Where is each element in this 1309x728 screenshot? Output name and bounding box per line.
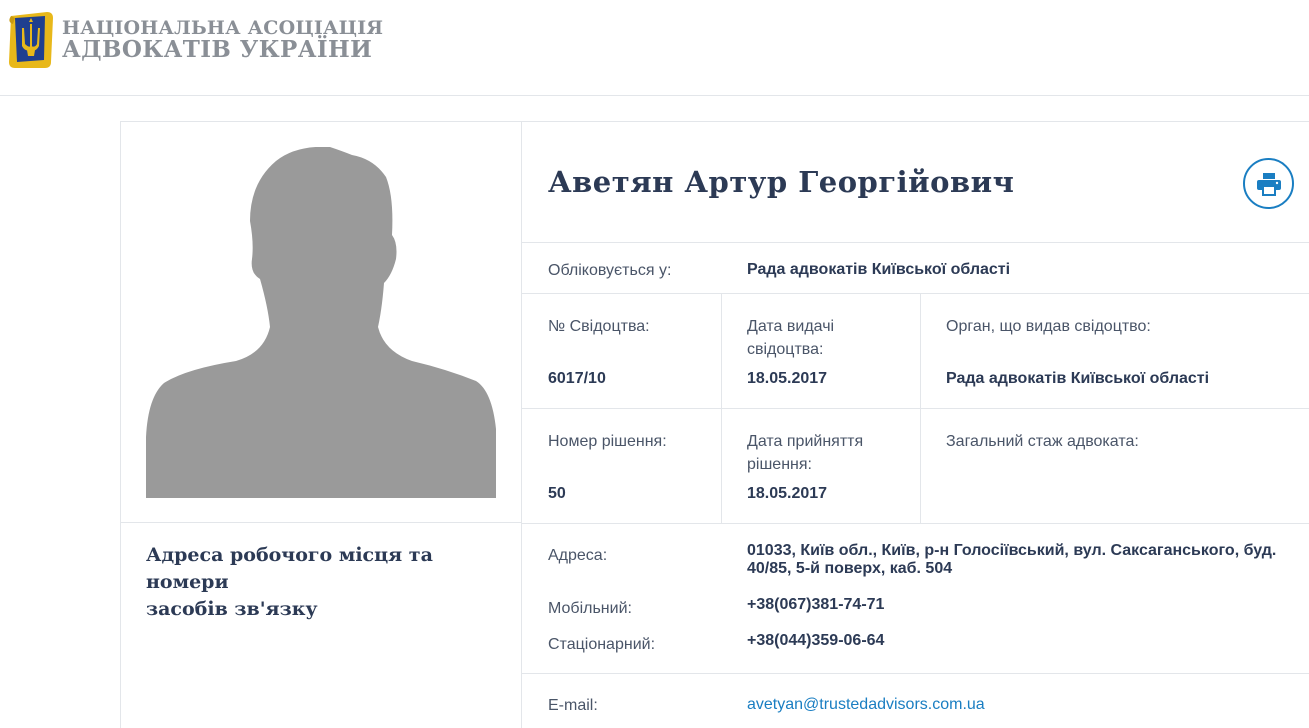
address-line2: 40/85, 5-й поверх, каб. 504 <box>747 560 953 577</box>
landline-value: +38(044)359-06-64 <box>747 632 885 649</box>
printer-icon <box>1256 172 1281 196</box>
cert-date-label-line2: свідоцтва: <box>747 341 824 358</box>
profile-details: Аветян Артур Георгійович Обліковується у… <box>522 122 1309 728</box>
logo-text: НАЦІОНАЛЬНА АСОЦІАЦІЯ АДВОКАТІВ УКРАЇНИ <box>62 17 383 61</box>
decision-date-value: 18.05.2017 <box>747 485 828 502</box>
logo-line2: АДВОКАТІВ УКРАЇНИ <box>62 36 373 63</box>
cert-number-label: № Свідоцтва: <box>548 318 650 335</box>
decision-date-label-line2: рішення: <box>747 456 812 473</box>
issuer-label: Орган, що видав свідоцтво: <box>946 318 1151 335</box>
lawyer-name: Аветян Артур Георгійович <box>548 165 1015 199</box>
landline-label: Стаціонарний: <box>548 636 656 653</box>
person-silhouette <box>146 147 496 498</box>
cert-date-label-line1: Дата видачі <box>747 318 835 335</box>
decision-date-label: Дата прийняття рішення: <box>747 430 863 476</box>
cert-number-value: 6017/10 <box>548 370 606 387</box>
cert-date-label: Дата видачі свідоцтва: <box>747 315 834 361</box>
site-header: НАЦІОНАЛЬНА АСОЦІАЦІЯ АДВОКАТІВ УКРАЇНИ <box>0 0 1309 96</box>
registered-value: Рада адвокатів Київської області <box>747 261 1011 278</box>
contacts-heading: Адреса робочого місця та номери засобів … <box>146 542 506 623</box>
email-link[interactable]: avetyan@trustedadvisors.com.ua <box>747 695 985 715</box>
address-label: Адреса: <box>548 547 608 564</box>
decision-number-label: Номер рішення: <box>548 433 667 450</box>
registered-label: Обліковується у: <box>548 262 672 279</box>
decision-number-value: 50 <box>548 485 566 502</box>
email-label: E-mail: <box>548 697 598 714</box>
divider <box>522 242 1309 243</box>
divider <box>522 293 1309 294</box>
contacts-heading-line1: Адреса робочого місця та номери <box>146 544 433 593</box>
mobile-label: Мобільний: <box>548 600 632 617</box>
contacts-heading-line2: засобів зв'язку <box>146 598 318 620</box>
experience-label: Загальний стаж адвоката: <box>946 433 1139 450</box>
decision-date-label-line1: Дата прийняття <box>747 433 864 450</box>
profile-left-column: Адреса робочого місця та номери засобів … <box>121 122 522 728</box>
site-logo[interactable]: НАЦІОНАЛЬНА АСОЦІАЦІЯ АДВОКАТІВ УКРАЇНИ <box>7 10 383 70</box>
address-line1: 01033, Київ обл., Київ, р-н Голосіївськи… <box>747 542 1277 559</box>
print-button[interactable] <box>1243 158 1294 209</box>
cert-date-value: 18.05.2017 <box>747 370 828 387</box>
issuer-value: Рада адвокатів Київської області <box>946 370 1210 387</box>
mobile-value: +38(067)381-74-71 <box>747 596 885 613</box>
divider <box>522 408 1309 409</box>
lawyer-card: Адреса робочого місця та номери засобів … <box>120 121 1309 728</box>
divider <box>522 523 1309 524</box>
left-divider <box>121 522 522 523</box>
divider <box>522 673 1309 674</box>
address-value: 01033, Київ обл., Київ, р-н Голосіївськи… <box>747 542 1276 578</box>
trident-logo-icon <box>9 12 53 68</box>
